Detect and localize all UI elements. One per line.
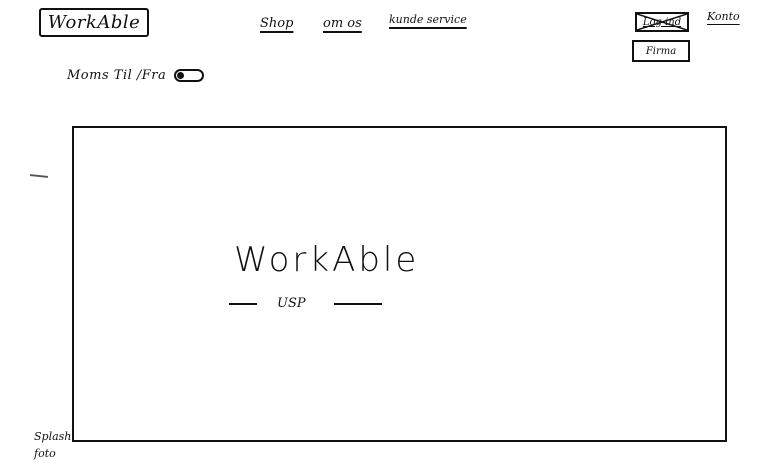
hero-usp: USP bbox=[229, 296, 382, 311]
splash-foto-note: Splash foto bbox=[34, 428, 71, 462]
splash-note-line2: foto bbox=[34, 447, 56, 460]
firma-button[interactable]: Firma bbox=[632, 40, 690, 62]
usp-dash-right bbox=[333, 302, 382, 305]
moms-label: Moms Til /Fra bbox=[67, 68, 167, 83]
splash-note-line1: Splash bbox=[34, 430, 72, 443]
konto-link[interactable]: Konto bbox=[707, 10, 740, 23]
login-label: Log ind bbox=[642, 16, 682, 28]
margin-mark bbox=[29, 174, 49, 178]
hero-splash-area: WorkAble USP bbox=[72, 126, 727, 442]
firma-label: Firma bbox=[645, 45, 677, 57]
usp-dash-left bbox=[229, 302, 257, 305]
moms-toggle-row: Moms Til /Fra bbox=[67, 68, 205, 83]
hero-title: WorkAble bbox=[234, 240, 420, 280]
toggle-knob bbox=[177, 72, 185, 79]
nav-shop-link[interactable]: Shop bbox=[260, 16, 293, 31]
usp-label: USP bbox=[277, 296, 306, 311]
nav-om-os-link[interactable]: om os bbox=[323, 16, 362, 31]
login-button[interactable]: Log ind bbox=[635, 12, 689, 32]
moms-toggle[interactable] bbox=[174, 69, 205, 82]
nav-kundeservice-link[interactable]: kunde service bbox=[389, 13, 467, 26]
logo-text: WorkAble bbox=[47, 12, 141, 33]
logo[interactable]: WorkAble bbox=[39, 8, 149, 37]
